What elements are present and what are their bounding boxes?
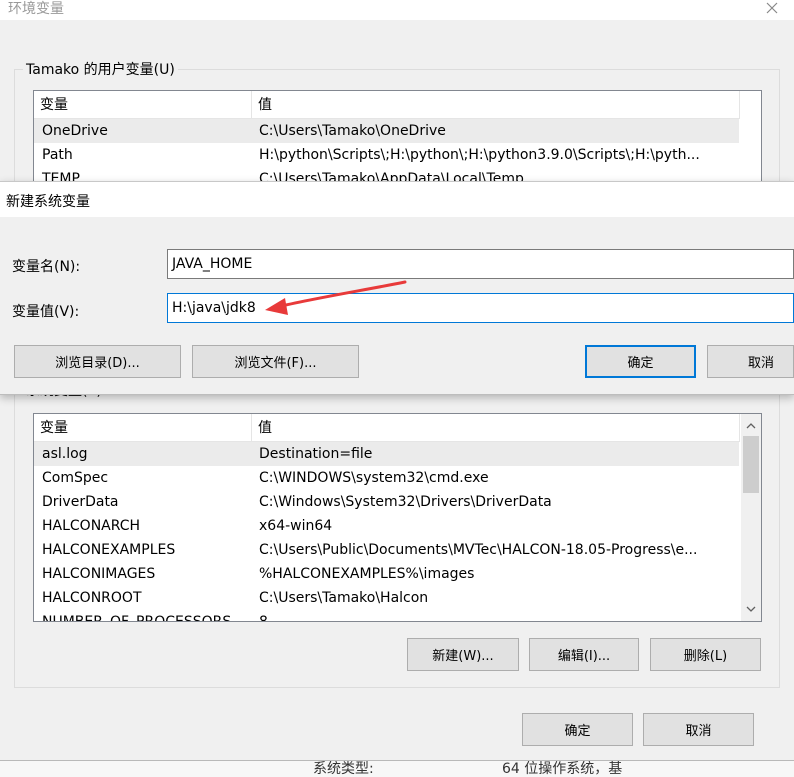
background-system-type-label: 系统类型: xyxy=(313,761,374,777)
scroll-up-button[interactable] xyxy=(742,417,759,434)
chevron-down-icon xyxy=(746,606,755,612)
chevron-up-icon xyxy=(746,422,755,428)
dialog-cancel-button[interactable]: 取消 xyxy=(707,345,794,378)
column-header-value[interactable]: 值 xyxy=(252,414,739,442)
var-name: ComSpec xyxy=(42,470,109,486)
browse-file-button[interactable]: 浏览文件(F)... xyxy=(192,345,359,378)
close-button[interactable] xyxy=(760,0,784,18)
table-row[interactable]: NUMBER_OF_PROCESSORS 8 xyxy=(34,610,739,622)
var-name: asl.log xyxy=(42,446,88,462)
var-name: HALCONEXAMPLES xyxy=(42,542,176,558)
window-cancel-button[interactable]: 取消 xyxy=(643,713,754,746)
var-value: C:\Windows\System32\Drivers\DriverData xyxy=(259,494,552,510)
user-vars-header: 变量 值 xyxy=(34,91,740,119)
system-vars-scrollbar[interactable] xyxy=(741,414,761,621)
column-header-value[interactable]: 值 xyxy=(252,91,739,119)
window-ok-button[interactable]: 确定 xyxy=(522,713,633,746)
column-separator[interactable] xyxy=(739,91,740,119)
var-value: C:\Users\Tamako\OneDrive xyxy=(259,123,446,139)
red-arrow-annotation xyxy=(265,280,407,315)
user-vars-group-label: Tamako 的用户变量(U) xyxy=(23,59,178,79)
table-row[interactable]: ComSpec C:\WINDOWS\system32\cmd.exe xyxy=(34,466,739,490)
var-value: H:\python\Scripts\;H:\python\;H:\python3… xyxy=(259,147,700,163)
system-vars-list[interactable]: 变量 值 asl.log Destination=file ComSpec C:… xyxy=(33,413,762,622)
table-row[interactable]: Path H:\python\Scripts\;H:\python\;H:\py… xyxy=(34,143,739,167)
variable-value-label: 变量值(V): xyxy=(12,304,80,320)
var-value: Destination=file xyxy=(259,446,373,462)
background-strip: 系统类型: 64 位操作系统，基 xyxy=(0,761,794,777)
window-title-bar xyxy=(0,0,794,20)
column-separator[interactable] xyxy=(739,414,740,442)
var-name: Path xyxy=(42,147,73,163)
dialog-ok-button[interactable]: 确定 xyxy=(585,345,696,378)
background-system-type-value: 64 位操作系统，基 xyxy=(502,761,623,777)
table-row[interactable]: HALCONARCH x64-win64 xyxy=(34,514,739,538)
var-value: C:\WINDOWS\system32\cmd.exe xyxy=(259,470,489,486)
var-value: x64-win64 xyxy=(259,518,333,534)
var-name: HALCONIMAGES xyxy=(42,566,156,582)
scroll-thumb[interactable] xyxy=(743,436,759,493)
close-icon xyxy=(766,2,778,14)
edit-variable-button[interactable]: 编辑(I)... xyxy=(529,638,639,671)
var-name: HALCONROOT xyxy=(42,590,142,606)
var-name: NUMBER_OF_PROCESSORS xyxy=(42,614,232,622)
variable-name-input[interactable]: JAVA_HOME xyxy=(167,249,794,279)
table-row[interactable]: DriverData C:\Windows\System32\Drivers\D… xyxy=(34,490,739,514)
var-name: OneDrive xyxy=(42,123,108,139)
window-title: 环境变量 xyxy=(8,1,64,17)
var-name: DriverData xyxy=(42,494,119,510)
var-value: %HALCONEXAMPLES%\images xyxy=(259,566,475,582)
table-row[interactable]: asl.log Destination=file xyxy=(34,442,739,466)
table-row[interactable]: OneDrive C:\Users\Tamako\OneDrive xyxy=(34,119,739,143)
variable-name-label: 变量名(N): xyxy=(12,259,81,275)
var-value: C:\Users\Tamako\Halcon xyxy=(259,590,429,606)
table-row[interactable]: HALCONEXAMPLES C:\Users\Public\Documents… xyxy=(34,538,739,562)
new-variable-button[interactable]: 新建(W)... xyxy=(407,638,519,671)
table-row[interactable]: HALCONROOT C:\Users\Tamako\Halcon xyxy=(34,586,739,610)
dialog-title-bar xyxy=(0,182,794,217)
delete-variable-button[interactable]: 删除(L) xyxy=(650,638,761,671)
scroll-down-button[interactable] xyxy=(742,600,759,617)
var-name: HALCONARCH xyxy=(42,518,141,534)
system-vars-header: 变量 值 xyxy=(34,414,740,442)
column-header-name[interactable]: 变量 xyxy=(34,414,251,442)
dialog-title: 新建系统变量 xyxy=(6,194,90,210)
var-value: C:\Users\Public\Documents\MVTec\HALCON-1… xyxy=(259,542,698,558)
var-value: 8 xyxy=(259,614,268,622)
table-row[interactable]: HALCONIMAGES %HALCONEXAMPLES%\images xyxy=(34,562,739,586)
browse-directory-button[interactable]: 浏览目录(D)... xyxy=(14,345,181,378)
column-header-name[interactable]: 变量 xyxy=(34,91,251,119)
